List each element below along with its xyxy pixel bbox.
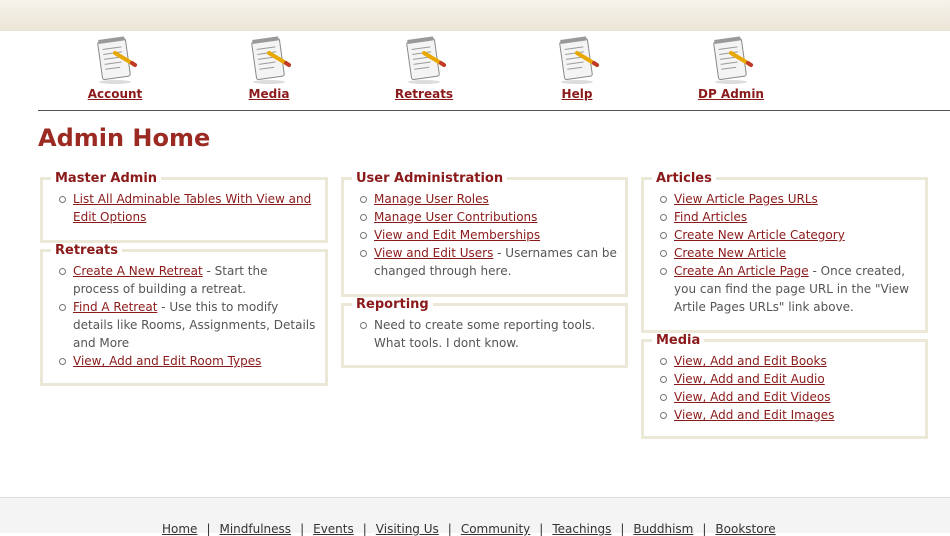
list-item: Create A New Retreat - Start the process… (59, 262, 317, 298)
separator: | (620, 522, 625, 536)
create-article-page-link[interactable]: Create An Article Page (674, 264, 809, 278)
panel-title: Media (656, 333, 701, 348)
list-item: View, Add and Edit Images (660, 406, 917, 424)
videos-link[interactable]: View, Add and Edit Videos (674, 390, 830, 404)
list-item: View, Add and Edit Videos (660, 388, 917, 406)
view-article-urls-link[interactable]: View Article Pages URLs (674, 192, 818, 206)
footer-link-buddhism[interactable]: Buddhism (633, 522, 693, 536)
separator: | (702, 522, 707, 536)
master-admin-panel: Master Admin List All Adminable Tables W… (40, 171, 328, 243)
separator: | (362, 522, 367, 536)
footer-link-mindfulness[interactable]: Mindfulness (219, 522, 291, 536)
top-navigation: Account Media Retreats Help DP Admin (38, 31, 950, 111)
page-title: Admin Home (38, 124, 211, 152)
create-article-link[interactable]: Create New Article (674, 246, 786, 260)
panel-title: Reporting (356, 297, 429, 312)
footer-link-visiting-us[interactable]: Visiting Us (376, 522, 439, 536)
notepad-pencil-icon (251, 36, 291, 84)
manage-user-roles-link[interactable]: Manage User Roles (374, 192, 489, 206)
notepad-pencil-icon (97, 36, 137, 84)
nav-retreats[interactable]: Retreats (379, 35, 469, 105)
images-link[interactable]: View, Add and Edit Images (674, 408, 834, 422)
list-item: View, Add and Edit Audio (660, 370, 917, 388)
reporting-panel: Reporting Need to create some reporting … (341, 297, 628, 368)
separator: | (539, 522, 544, 536)
user-administration-panel: User Administration Manage User Roles Ma… (341, 171, 628, 297)
manage-user-contributions-link[interactable]: Manage User Contributions (374, 210, 537, 224)
list-item: Create An Article Page - Once created, y… (660, 262, 917, 316)
list-item: View, Add and Edit Room Types (59, 352, 317, 370)
list-item: Need to create some reporting tools. Wha… (360, 316, 617, 352)
audio-link[interactable]: View, Add and Edit Audio (674, 372, 825, 386)
separator: | (447, 522, 452, 536)
footer-link-teachings[interactable]: Teachings (552, 522, 611, 536)
retreats-panel: Retreats Create A New Retreat - Start th… (40, 243, 328, 386)
list-item: Manage User Contributions (360, 208, 617, 226)
panel-title: User Administration (356, 171, 504, 186)
list-item: Manage User Roles (360, 190, 617, 208)
nav-help-label: Help (561, 87, 593, 101)
create-article-category-link[interactable]: Create New Article Category (674, 228, 845, 242)
notepad-pencil-icon (406, 36, 446, 84)
panel-title: Articles (656, 171, 712, 186)
nav-account[interactable]: Account (70, 35, 160, 105)
list-item: List All Adminable Tables With View and … (59, 190, 317, 226)
list-item: Find A Retreat - Use this to modify deta… (59, 298, 317, 352)
notepad-pencil-icon (713, 36, 753, 84)
notepad-pencil-icon (559, 36, 599, 84)
list-item: View Article Pages URLs (660, 190, 917, 208)
nav-help[interactable]: Help (532, 35, 622, 105)
find-articles-link[interactable]: Find Articles (674, 210, 747, 224)
edit-users-link[interactable]: View and Edit Users (374, 246, 493, 260)
list-item: View, Add and Edit Books (660, 352, 917, 370)
nav-dp-admin[interactable]: DP Admin (686, 35, 776, 105)
list-item: Create New Article (660, 244, 917, 262)
footer-link-bookstore[interactable]: Bookstore (715, 522, 775, 536)
nav-media[interactable]: Media (224, 35, 314, 105)
list-item: Create New Article Category (660, 226, 917, 244)
nav-account-label: Account (87, 87, 143, 101)
nav-media-label: Media (248, 87, 290, 101)
articles-panel: Articles View Article Pages URLs Find Ar… (641, 171, 928, 333)
footer-navigation: Home | Mindfulness | Events | Visiting Us | Comm… (162, 522, 776, 536)
edit-memberships-link[interactable]: View and Edit Memberships (374, 228, 540, 242)
list-item: Find Articles (660, 208, 917, 226)
list-adminable-tables-link[interactable]: List All Adminable Tables With View and … (73, 192, 311, 224)
separator: | (206, 522, 211, 536)
item-description: Need to create some reporting tools. Wha… (374, 318, 596, 350)
separator: | (300, 522, 305, 536)
nav-retreats-label: Retreats (394, 87, 454, 101)
top-banner (0, 0, 950, 31)
list-item: View and Edit Users - Usernames can be c… (360, 244, 617, 280)
footer-link-events[interactable]: Events (313, 522, 354, 536)
nav-dp-admin-label: DP Admin (698, 87, 764, 101)
find-retreat-link[interactable]: Find A Retreat (73, 300, 157, 314)
books-link[interactable]: View, Add and Edit Books (674, 354, 827, 368)
footer-link-community[interactable]: Community (461, 522, 530, 536)
room-types-link[interactable]: View, Add and Edit Room Types (73, 354, 261, 368)
footer: Home | Mindfulness | Events | Visiting Us | Comm… (0, 497, 950, 536)
create-retreat-link[interactable]: Create A New Retreat (73, 264, 203, 278)
footer-link-home[interactable]: Home (162, 522, 197, 536)
media-panel: Media View, Add and Edit Books View, Add… (641, 333, 928, 439)
list-item: View and Edit Memberships (360, 226, 617, 244)
panel-title: Retreats (55, 243, 118, 258)
panel-title: Master Admin (55, 171, 158, 186)
